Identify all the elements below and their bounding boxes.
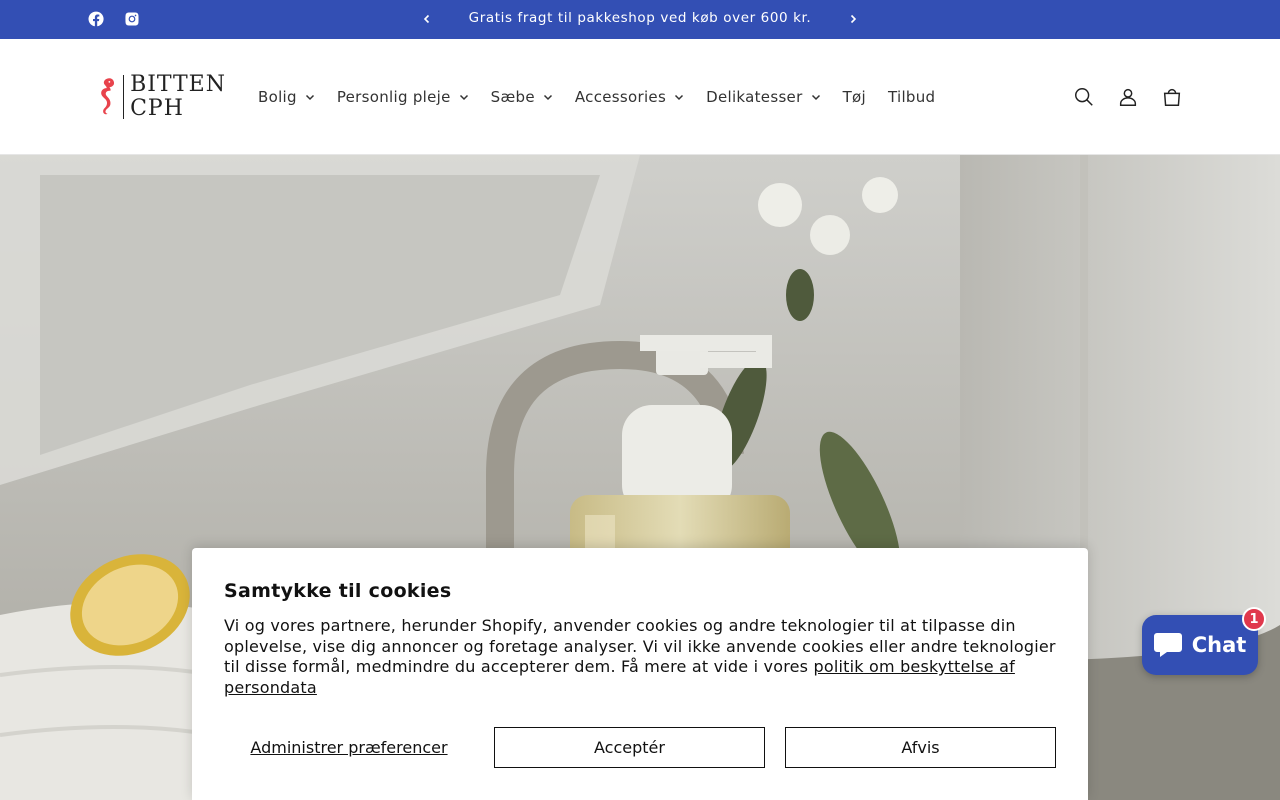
logo[interactable]: BITTEN CPH xyxy=(96,71,226,123)
nav-item-delikatesser[interactable]: Delikatesser xyxy=(706,88,820,106)
chat-bubble-icon xyxy=(1153,633,1182,657)
manage-preferences-button[interactable]: Administrer præferencer xyxy=(224,727,474,767)
nav-item-label: Delikatesser xyxy=(706,88,803,106)
seahorse-icon xyxy=(101,78,115,115)
chat-button[interactable]: Chat xyxy=(1142,615,1258,675)
accept-button[interactable]: Acceptér xyxy=(494,727,765,768)
nav-item-label: Tilbud xyxy=(887,88,936,106)
chat-notification-badge: 1 xyxy=(1242,607,1266,631)
chevron-down-icon xyxy=(543,92,553,102)
logo-line-1: BITTEN xyxy=(130,72,226,97)
nav-item-label: Sæbe xyxy=(490,88,535,106)
announcement-text: Gratis fragt til pakkeshop ved køb over … xyxy=(468,10,812,26)
nav-item-tilbud[interactable]: Tilbud xyxy=(888,88,935,106)
chevron-down-icon xyxy=(459,92,469,102)
logo-divider xyxy=(123,75,125,119)
chevron-left-icon xyxy=(423,14,430,24)
logo-line-2: CPH xyxy=(130,96,184,121)
instagram-icon[interactable] xyxy=(123,10,141,28)
main-nav: Bolig Personlig pleje Sæbe Accessories D… xyxy=(258,85,957,109)
facebook-icon[interactable] xyxy=(87,10,105,28)
nav-item-toj[interactable]: Tøj xyxy=(843,88,866,106)
decline-button[interactable]: Afvis xyxy=(785,727,1056,768)
nav-item-bolig[interactable]: Bolig xyxy=(258,88,315,106)
nav-item-label: Tøj xyxy=(842,88,866,106)
announcement-prev-button[interactable] xyxy=(418,10,436,28)
nav-item-personlig-pleje[interactable]: Personlig pleje xyxy=(337,88,469,106)
nav-item-label: Accessories xyxy=(574,88,667,106)
nav-item-saebe[interactable]: Sæbe xyxy=(491,88,553,106)
nav-item-label: Bolig xyxy=(258,88,297,106)
chat-label: Chat xyxy=(1191,633,1247,657)
cart-icon[interactable] xyxy=(1158,83,1186,111)
account-icon[interactable] xyxy=(1114,83,1142,111)
cookie-consent-banner: Samtykke til cookies Vi og vores partner… xyxy=(192,548,1088,800)
nav-item-accessories[interactable]: Accessories xyxy=(575,88,684,106)
logo-text: BITTEN CPH xyxy=(130,74,226,120)
announcement-bar: Gratis fragt til pakkeshop ved køb over … xyxy=(0,0,1280,39)
chevron-right-icon xyxy=(850,14,857,24)
chevron-down-icon xyxy=(305,92,315,102)
search-icon[interactable] xyxy=(1070,83,1098,111)
chevron-down-icon xyxy=(811,92,821,102)
site-header: BITTEN CPH Bolig Personlig pleje Sæbe Ac… xyxy=(0,39,1280,155)
chevron-down-icon xyxy=(674,92,684,102)
cookie-body: Vi og vores partnere, herunder Shopify, … xyxy=(224,616,1056,698)
nav-item-label: Personlig pleje xyxy=(336,88,451,106)
cookie-title: Samtykke til cookies xyxy=(224,580,452,602)
announcement-next-button[interactable] xyxy=(844,10,862,28)
